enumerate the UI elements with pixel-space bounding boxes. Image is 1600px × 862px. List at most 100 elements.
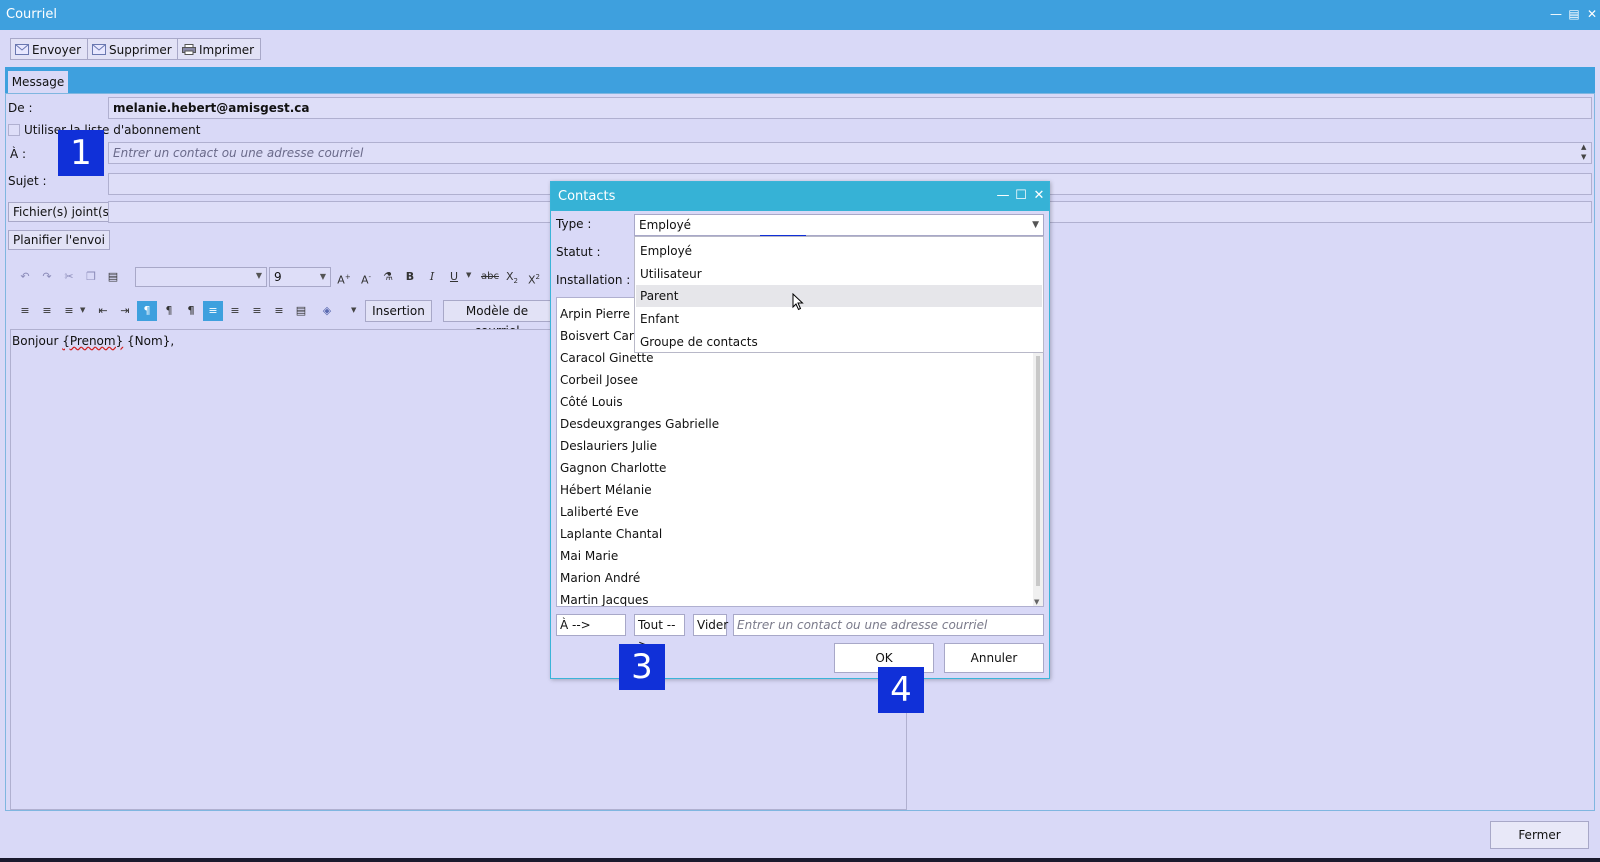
minimize-icon[interactable]: — bbox=[1548, 6, 1564, 22]
list-item[interactable]: Laliberté Eve bbox=[560, 501, 639, 523]
scrollbar-thumb[interactable] bbox=[1036, 356, 1040, 586]
contacts-dialog: Contacts — ☐ ✕ Type : Employé ▼ Statut :… bbox=[550, 181, 1050, 679]
undo-icon[interactable]: ↶ bbox=[15, 267, 35, 287]
add-to-button[interactable]: À --> bbox=[556, 614, 626, 636]
merge-field-first-name: {Prenom} bbox=[62, 334, 124, 348]
underline-icon[interactable]: U bbox=[444, 267, 464, 287]
align-left-icon[interactable]: ≡ bbox=[203, 301, 223, 321]
annotation-badge-4: 4 bbox=[878, 667, 924, 713]
cancel-button[interactable]: Annuler bbox=[944, 643, 1044, 673]
list-item[interactable]: Hébert Mélanie bbox=[560, 479, 652, 501]
align-right-icon[interactable]: ≡ bbox=[247, 301, 267, 321]
delete-button[interactable]: Supprimer bbox=[87, 38, 179, 60]
decrease-indent-icon[interactable]: ⇤ bbox=[93, 301, 113, 321]
subject-label: Sujet : bbox=[8, 174, 47, 188]
dialog-minimize-icon[interactable]: — bbox=[995, 188, 1011, 204]
highlight-icon[interactable]: ◈ bbox=[317, 301, 337, 321]
clear-format-icon[interactable]: ⚗ bbox=[378, 267, 398, 287]
multilevel-list-icon[interactable]: ≡ bbox=[59, 301, 79, 321]
list-item[interactable]: Marion André bbox=[560, 567, 640, 589]
redo-icon[interactable]: ↷ bbox=[37, 267, 57, 287]
type-option-employe[interactable]: Employé bbox=[636, 240, 1042, 262]
list-item[interactable]: Laplante Chantal bbox=[560, 523, 662, 545]
list-item[interactable]: Deslauriers Julie bbox=[560, 435, 657, 457]
justify-icon[interactable]: ≡ bbox=[269, 301, 289, 321]
bold-icon[interactable]: B bbox=[400, 267, 420, 287]
editor-toolbar-row2: ≡ ≡ ≡ ▼ ⇤ ⇥ ¶ ¶ ¶ ≡ ≡ ≡ ≡ ▤ ◈ ▼ Insertio… bbox=[10, 298, 551, 338]
close-button[interactable]: Fermer bbox=[1490, 821, 1589, 849]
tab-message[interactable]: Message bbox=[8, 71, 68, 93]
list-item[interactable]: Arpin Pierre bbox=[560, 303, 630, 325]
cut-icon[interactable]: ✂ bbox=[59, 267, 79, 287]
clear-button[interactable]: Vider bbox=[693, 614, 728, 636]
type-option-enfant[interactable]: Enfant bbox=[636, 308, 1042, 330]
close-icon[interactable]: ✕ bbox=[1584, 6, 1600, 22]
to-label: À : bbox=[10, 147, 27, 161]
type-label: Type : bbox=[556, 217, 592, 231]
align-center-icon[interactable]: ≡ bbox=[225, 301, 245, 321]
maximize-icon[interactable]: ▤ bbox=[1566, 6, 1582, 22]
type-select[interactable]: Employé ▼ bbox=[634, 214, 1044, 236]
send-button[interactable]: Envoyer bbox=[10, 38, 89, 60]
list-item[interactable]: Martin Jacques bbox=[560, 589, 648, 606]
increase-indent-icon[interactable]: ⇥ bbox=[115, 301, 135, 321]
paste-icon[interactable]: ▤ bbox=[103, 267, 123, 287]
show-formatting-icon[interactable]: ¶ bbox=[181, 301, 201, 321]
distribute-icon[interactable]: ▤ bbox=[291, 301, 311, 321]
from-field[interactable]: melanie.hebert@amisgest.ca bbox=[108, 97, 1592, 119]
list-item[interactable]: Desdeuxgranges Gabrielle bbox=[560, 413, 719, 435]
highlight-dropdown-icon[interactable]: ▼ bbox=[351, 306, 356, 314]
delete-label: Supprimer bbox=[109, 43, 172, 57]
list-item[interactable]: Côté Louis bbox=[560, 391, 623, 413]
scroll-down-icon[interactable]: ▼ bbox=[1034, 598, 1039, 606]
type-option-groupe[interactable]: Groupe de contacts bbox=[636, 331, 1042, 353]
dialog-maximize-icon[interactable]: ☐ bbox=[1013, 188, 1029, 204]
superscript-icon[interactable]: X2 bbox=[524, 267, 544, 287]
font-family-dropdown-icon: ▼ bbox=[255, 271, 262, 280]
contacts-dialog-title: Contacts bbox=[558, 189, 616, 204]
underline-dropdown-icon[interactable]: ▼ bbox=[466, 271, 471, 279]
strikethrough-icon[interactable]: abc bbox=[480, 267, 500, 287]
type-option-parent[interactable]: Parent bbox=[636, 285, 1042, 307]
recipient-input[interactable]: Entrer un contact ou une adresse courrie… bbox=[733, 614, 1044, 636]
numbered-list-icon[interactable]: ≡ bbox=[37, 301, 57, 321]
editor-body: Bonjour {Prenom} {Nom}, bbox=[12, 334, 174, 348]
font-size-dropdown-icon: ▼ bbox=[319, 272, 326, 281]
right-to-left-icon[interactable]: ¶ bbox=[159, 301, 179, 321]
type-dropdown-icon: ▼ bbox=[1032, 220, 1039, 230]
copy-icon[interactable]: ❐ bbox=[81, 267, 101, 287]
list-item[interactable]: Boisvert Carol bbox=[560, 325, 644, 347]
merge-field-last-name: {Nom}, bbox=[127, 334, 175, 348]
multilevel-list-dropdown-icon[interactable]: ▼ bbox=[80, 306, 85, 314]
mouse-cursor-icon bbox=[792, 293, 804, 311]
font-family-select[interactable]: ▼ bbox=[135, 267, 267, 287]
to-spinner-icon[interactable]: ▲ ▼ bbox=[1581, 142, 1586, 162]
attachments-button[interactable]: Fichier(s) joint(s) bbox=[8, 202, 119, 222]
bullet-list-icon[interactable]: ≡ bbox=[15, 301, 35, 321]
add-all-button[interactable]: Tout --> bbox=[634, 614, 685, 652]
installation-label: Installation : bbox=[556, 273, 631, 287]
dialog-close-icon[interactable]: ✕ bbox=[1031, 188, 1047, 204]
grow-font-icon[interactable]: A+ bbox=[334, 267, 354, 287]
subscript-icon[interactable]: X2 bbox=[502, 267, 522, 287]
print-button[interactable]: Imprimer bbox=[177, 38, 262, 60]
type-option-utilisateur[interactable]: Utilisateur bbox=[636, 263, 1042, 285]
font-size-select[interactable]: 9 ▼ bbox=[269, 267, 331, 287]
taskbar-strip bbox=[0, 858, 1600, 862]
list-item[interactable]: Gagnon Charlotte bbox=[560, 457, 666, 479]
list-item[interactable]: Corbeil Josee bbox=[560, 369, 638, 391]
print-label: Imprimer bbox=[199, 43, 255, 57]
editor-toolbar-row1: ↶ ↷ ✂ ❐ ▤ ▼ 9 ▼ A+ A- ⚗ B I U ▼ abc X2 X… bbox=[10, 264, 550, 290]
contacts-dialog-titlebar: Contacts — ☐ ✕ bbox=[551, 182, 1049, 211]
shrink-font-icon[interactable]: A- bbox=[356, 267, 376, 287]
left-to-right-icon[interactable]: ¶ bbox=[137, 301, 157, 321]
schedule-button[interactable]: Planifier l'envoi bbox=[8, 230, 110, 250]
italic-icon[interactable]: I bbox=[422, 267, 442, 287]
type-dropdown-list: Employé Utilisateur Parent Enfant Groupe… bbox=[634, 236, 1044, 353]
list-item[interactable]: Mai Marie bbox=[560, 545, 618, 567]
email-window: Courriel — ▤ ✕ Envoyer Supprimer Imprime… bbox=[0, 0, 1600, 858]
subscription-checkbox[interactable] bbox=[8, 124, 20, 136]
insert-button[interactable]: Insertion bbox=[365, 300, 432, 322]
to-input[interactable]: Entrer un contact ou une adresse courrie… bbox=[108, 142, 1592, 164]
email-template-button[interactable]: Modèle de courriel bbox=[443, 300, 551, 338]
